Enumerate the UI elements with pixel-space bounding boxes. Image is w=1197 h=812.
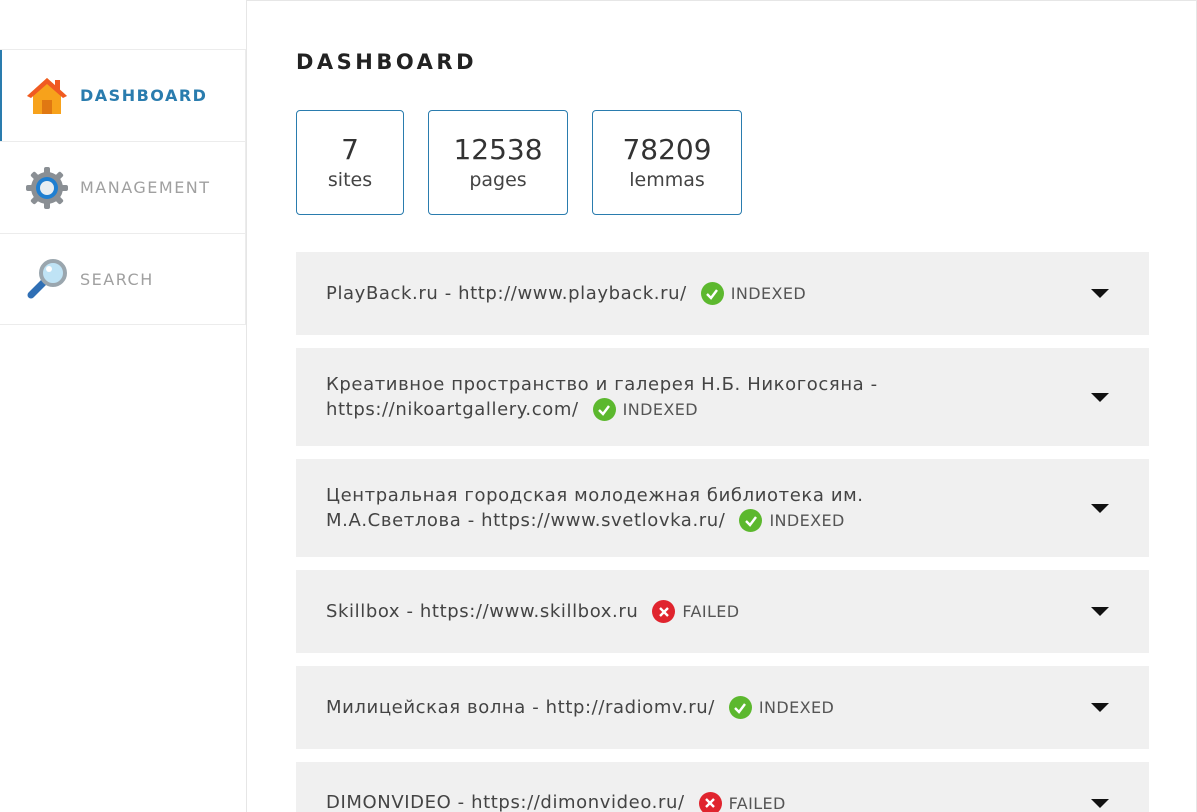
stat-value: 7 [341, 132, 359, 166]
status-label: FAILED [682, 602, 740, 622]
chevron-down-icon[interactable] [1091, 607, 1109, 616]
sidebar-item-label: SEARCH [80, 269, 154, 289]
status-label: INDEXED [730, 284, 807, 304]
site-title: Креативное пространство и галерея Н.Б. Н… [326, 372, 1091, 423]
status-badge: FAILED [652, 599, 739, 624]
site-name: Skillbox - https://www.skillbox.ru [326, 600, 639, 622]
site-name: Креативное пространство и галерея Н.Б. Н… [326, 373, 878, 395]
site-title: PlayBack.ru - http://www.playback.ru/IND… [326, 281, 1091, 307]
stat-sites: 7 sites [296, 110, 404, 215]
status-label: FAILED [728, 793, 786, 812]
site-item[interactable]: DIMONVIDEO - https://dimonvideo.ru/FAILE… [296, 762, 1149, 812]
check-icon [728, 696, 752, 720]
stat-label: sites [327, 168, 373, 191]
stat-label: pages [469, 168, 527, 191]
stat-lemmas: 78209 lemmas [592, 110, 742, 215]
sidebar-item-label: MANAGEMENT [80, 178, 211, 197]
chevron-down-icon[interactable] [1091, 392, 1109, 402]
sidebar-item-search[interactable]: SEARCH [0, 233, 246, 325]
site-item[interactable]: PlayBack.ru - http://www.playback.ru/IND… [296, 252, 1149, 335]
chevron-down-icon[interactable] [1091, 799, 1109, 808]
site-title: DIMONVIDEO - https://dimonvideo.ru/FAILE… [326, 790, 1091, 812]
status-badge: INDEXED [739, 508, 844, 533]
main-panel: DASHBOARD 7 sites 12538 pages 78209 lemm… [246, 0, 1197, 812]
site-url: М.А.Светлова - https://www.svetlovka.ru/ [326, 509, 726, 531]
close-icon [698, 791, 722, 812]
home-icon [25, 74, 69, 118]
sidebar: DASHBOARD MANAGEMENT SEARCH [0, 49, 246, 325]
site-name: PlayBack.ru - http://www.playback.ru/ [326, 282, 687, 304]
sidebar-item-dashboard[interactable]: DASHBOARD [0, 49, 246, 141]
site-name: Центральная городская молодежная библиот… [326, 484, 864, 506]
site-item[interactable]: Skillbox - https://www.skillbox.ru FAILED [296, 570, 1149, 653]
site-name: DIMONVIDEO - https://dimonvideo.ru/ [326, 792, 685, 812]
magnifier-icon [25, 257, 69, 301]
stat-value: 12538 [453, 132, 543, 166]
status-label: INDEXED [622, 400, 698, 420]
status-badge: INDEXED [700, 281, 807, 306]
page-title: DASHBOARD [296, 50, 478, 74]
site-name: Милицейская волна - http://radiomv.ru/ [326, 696, 715, 718]
gear-icon [25, 166, 69, 210]
check-icon [700, 282, 724, 306]
check-icon [739, 509, 763, 533]
stat-pages: 12538 pages [428, 110, 568, 215]
chevron-down-icon[interactable] [1091, 503, 1109, 513]
status-badge: INDEXED [592, 397, 698, 422]
stat-value: 78209 [622, 132, 712, 166]
site-item[interactable]: Центральная городская молодежная библиот… [296, 459, 1149, 557]
close-icon [652, 600, 676, 624]
sidebar-item-label: DASHBOARD [80, 86, 208, 105]
site-url: https://nikoartgallery.com/ [326, 398, 579, 420]
site-item[interactable]: Милицейская волна - http://radiomv.ru/IN… [296, 666, 1149, 749]
site-item[interactable]: Креативное пространство и галерея Н.Б. Н… [296, 348, 1149, 446]
site-title: Центральная городская молодежная библиот… [326, 483, 1091, 534]
stat-label: lemmas [629, 168, 705, 191]
status-badge: INDEXED [728, 695, 835, 720]
chevron-down-icon[interactable] [1091, 703, 1109, 712]
status-label: INDEXED [758, 698, 835, 718]
check-icon [592, 398, 616, 422]
site-title: Skillbox - https://www.skillbox.ru FAILED [326, 599, 1091, 625]
status-badge: FAILED [698, 791, 786, 812]
chevron-down-icon[interactable] [1091, 289, 1109, 298]
site-title: Милицейская волна - http://radiomv.ru/IN… [326, 695, 1091, 721]
sidebar-item-management[interactable]: MANAGEMENT [0, 141, 246, 233]
status-label: INDEXED [769, 511, 845, 531]
